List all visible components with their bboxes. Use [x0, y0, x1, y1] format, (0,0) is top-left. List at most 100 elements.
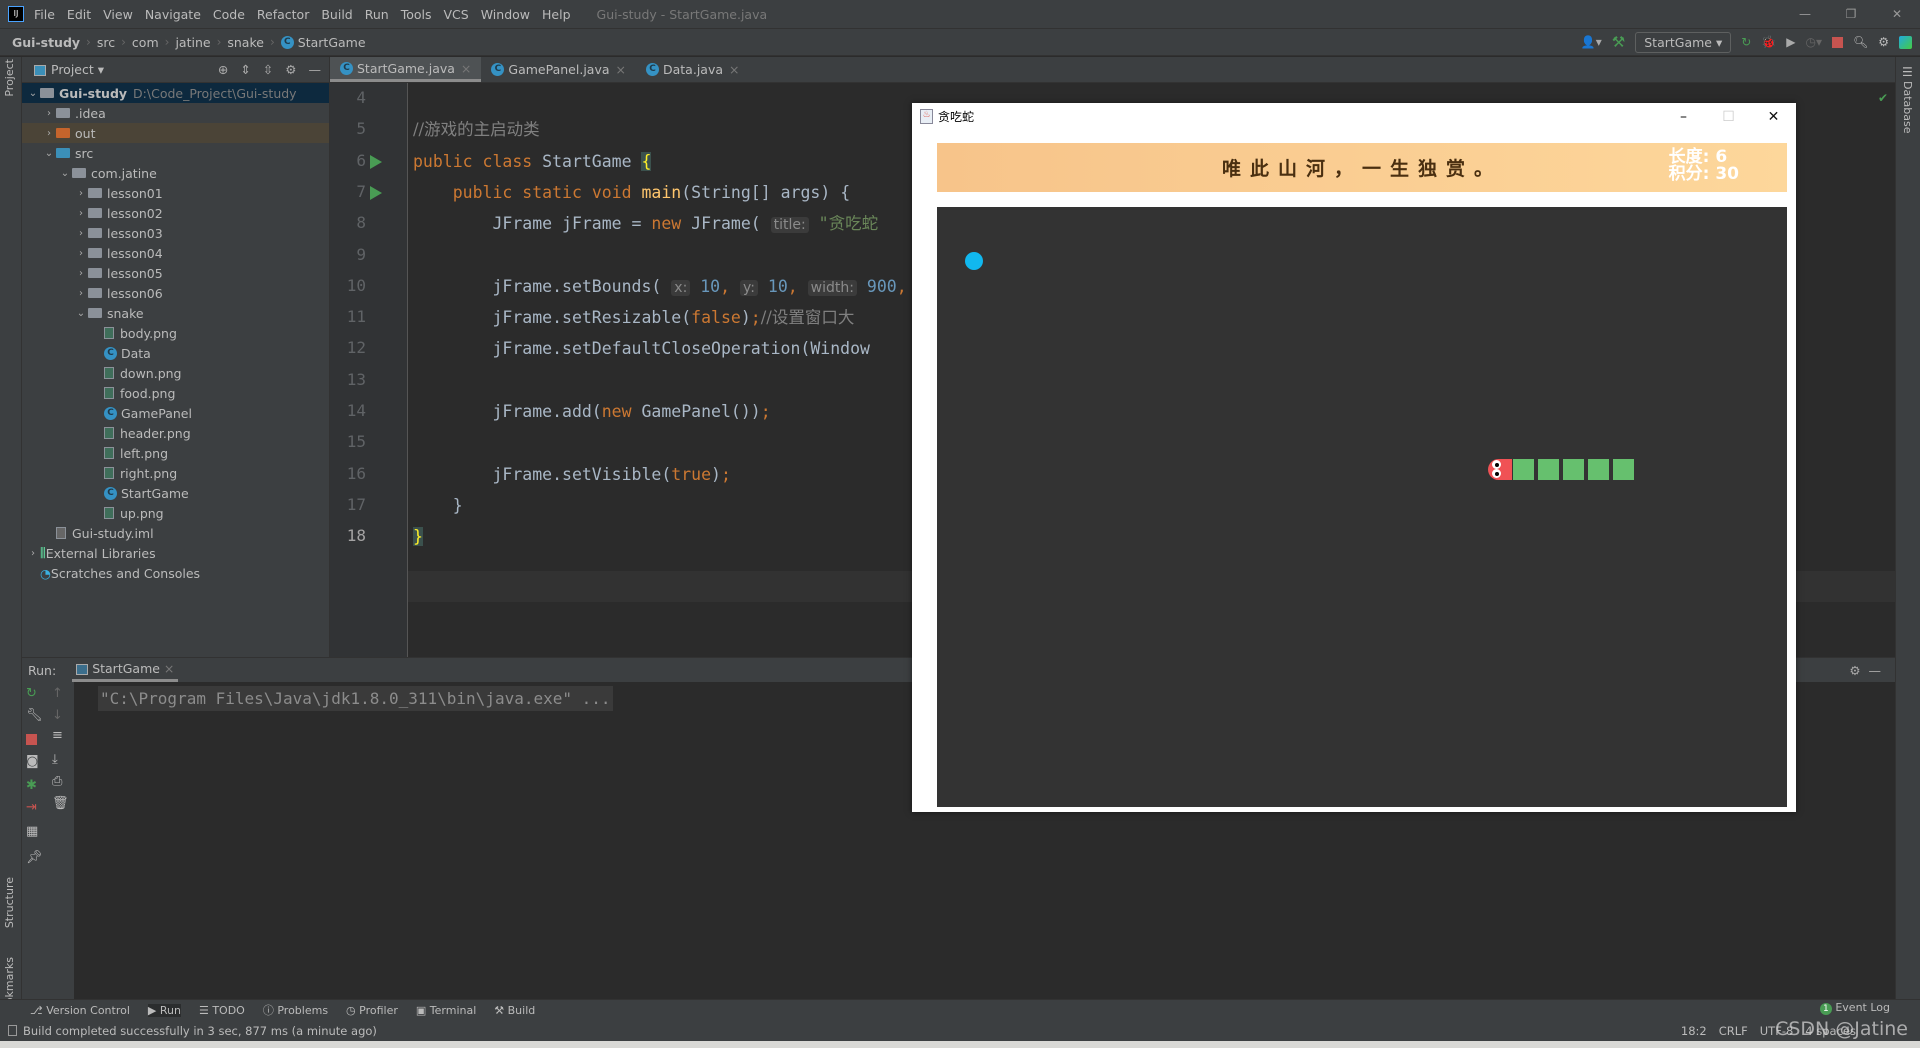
chevron-right-icon[interactable]: ›: [42, 108, 56, 119]
menu-edit[interactable]: Edit: [67, 7, 91, 22]
project-tool-button[interactable]: Project: [3, 59, 16, 97]
run-gutter-icon[interactable]: [370, 154, 382, 169]
debug-icon[interactable]: ✱: [26, 778, 37, 793]
menu-window[interactable]: Window: [481, 7, 530, 22]
tree-item[interactable]: ⌄ src: [22, 143, 329, 163]
breadcrumb-item[interactable]: StartGame: [298, 35, 366, 50]
rerun-icon[interactable]: ↻: [1741, 35, 1751, 49]
breadcrumb-item[interactable]: Gui-study: [12, 35, 80, 50]
pin-icon[interactable]: 📌︎: [26, 850, 43, 865]
menu-file[interactable]: File: [34, 7, 55, 22]
print-icon[interactable]: ⎙: [52, 774, 62, 789]
bottom-tool-build[interactable]: ⚒ Build: [494, 1004, 535, 1017]
tree-item[interactable]: right.png: [22, 463, 329, 483]
close-icon[interactable]: ✕: [1874, 0, 1920, 28]
editor-tab[interactable]: C GamePanel.java ×: [481, 57, 636, 82]
tree-item[interactable]: › lesson01: [22, 183, 329, 203]
menu-refactor[interactable]: Refactor: [257, 7, 309, 22]
editor-tab[interactable]: C StartGame.java ×: [330, 57, 482, 82]
bottom-tool-problems[interactable]: ⓘ Problems: [263, 1002, 328, 1018]
tree-item[interactable]: › lesson02: [22, 203, 329, 223]
chevron-right-icon[interactable]: ›: [74, 228, 88, 239]
close-tab-icon[interactable]: ×: [729, 62, 739, 77]
tree-item[interactable]: Gui-study.iml: [22, 523, 329, 543]
chevron-right-icon[interactable]: ›: [74, 188, 88, 199]
chevron-down-icon[interactable]: ⌄: [26, 88, 40, 99]
maximize-icon[interactable]: ☐: [1706, 109, 1751, 125]
close-tab-icon[interactable]: ×: [461, 61, 471, 76]
breadcrumb-item[interactable]: src: [97, 35, 115, 50]
tree-item[interactable]: › lesson03: [22, 223, 329, 243]
chevron-right-icon[interactable]: ›: [42, 128, 56, 139]
soft-wrap-icon[interactable]: ≡: [52, 728, 63, 743]
hide-icon[interactable]: —: [309, 62, 322, 77]
status-toggle-icon[interactable]: [8, 1025, 17, 1036]
tree-item[interactable]: left.png: [22, 443, 329, 463]
hide-icon[interactable]: —: [1869, 663, 1882, 678]
menu-navigate[interactable]: Navigate: [145, 7, 201, 22]
up-arrow-icon[interactable]: ↑: [52, 686, 63, 701]
minimize-icon[interactable]: –: [1661, 109, 1706, 125]
menu-vcs[interactable]: VCS: [444, 7, 469, 22]
tree-item[interactable]: ⌄ Gui-study D:\Code_Project\Gui-study: [22, 83, 329, 103]
run-gutter-icon[interactable]: [370, 185, 382, 200]
menu-tools[interactable]: Tools: [401, 7, 432, 22]
layout-icon[interactable]: ▦: [26, 824, 38, 839]
menu-help[interactable]: Help: [542, 7, 571, 22]
menu-view[interactable]: View: [103, 7, 133, 22]
tree-item[interactable]: C Data: [22, 343, 329, 363]
chevron-right-icon[interactable]: ›: [74, 248, 88, 259]
bottom-tool-todo[interactable]: ☰ TODO: [199, 1004, 245, 1017]
run-tab-startgame[interactable]: StartGame ×: [72, 658, 179, 682]
close-icon[interactable]: ✕: [1751, 109, 1796, 125]
rerun-icon[interactable]: ↻: [26, 686, 37, 701]
chevron-right-icon[interactable]: ›: [74, 288, 88, 299]
collapse-all-icon[interactable]: ⇳: [263, 62, 273, 77]
caret-position[interactable]: 18:2: [1681, 1024, 1707, 1038]
locate-icon[interactable]: ⊕: [218, 62, 228, 77]
close-tab-icon[interactable]: ×: [164, 661, 174, 676]
chevron-right-icon[interactable]: ›: [74, 208, 88, 219]
wrench-icon[interactable]: 🔧︎: [26, 708, 43, 723]
game-board[interactable]: [937, 207, 1787, 807]
bottom-tool-run[interactable]: ▶ Run: [147, 1003, 181, 1017]
close-tab-icon[interactable]: ×: [616, 62, 626, 77]
tree-item[interactable]: › ⫼ External Libraries: [22, 543, 329, 563]
tree-item[interactable]: › out: [22, 123, 329, 143]
tree-item[interactable]: C GamePanel: [22, 403, 329, 423]
menu-run[interactable]: Run: [365, 7, 389, 22]
restore-icon[interactable]: ❐: [1828, 0, 1874, 28]
minimize-icon[interactable]: —: [1782, 0, 1828, 28]
tree-item[interactable]: › lesson05: [22, 263, 329, 283]
chevron-down-icon[interactable]: ⌄: [42, 148, 56, 159]
line-separator[interactable]: CRLF: [1719, 1024, 1748, 1038]
gear-icon[interactable]: ⚙: [1849, 663, 1860, 678]
tree-item[interactable]: › lesson04: [22, 243, 329, 263]
chevron-down-icon[interactable]: ⌄: [74, 308, 88, 319]
tree-item[interactable]: down.png: [22, 363, 329, 383]
tree-item[interactable]: header.png: [22, 423, 329, 443]
event-log-button[interactable]: 1 Event Log: [1819, 1001, 1890, 1015]
stop-icon[interactable]: [1832, 36, 1843, 48]
bottom-tool-terminal[interactable]: ▣ Terminal: [416, 1004, 476, 1017]
build-hammer-icon[interactable]: ⚒: [1612, 33, 1625, 51]
tree-item[interactable]: food.png: [22, 383, 329, 403]
chevron-right-icon[interactable]: ›: [26, 548, 40, 559]
breadcrumb-item[interactable]: snake: [227, 35, 264, 50]
debug-icon[interactable]: 🐞: [1761, 35, 1776, 49]
account-icon[interactable]: 👤▾: [1581, 35, 1602, 49]
breadcrumb-item[interactable]: com: [132, 35, 159, 50]
breadcrumb-item[interactable]: jatine: [175, 35, 210, 50]
run-config-select[interactable]: StartGame ▾: [1635, 31, 1732, 53]
profiler-icon[interactable]: ◷▾: [1806, 35, 1823, 49]
menu-code[interactable]: Code: [213, 7, 245, 22]
camera-icon[interactable]: ◙: [26, 754, 39, 769]
tree-item[interactable]: ◔ Scratches and Consoles: [22, 563, 329, 583]
tree-item[interactable]: C StartGame: [22, 483, 329, 503]
trash-icon[interactable]: 🗑︎: [52, 796, 69, 811]
tree-item[interactable]: › lesson06: [22, 283, 329, 303]
toolbox-icon[interactable]: [1899, 35, 1912, 49]
structure-tool-button[interactable]: Structure: [3, 877, 16, 928]
expand-all-icon[interactable]: ⇕: [240, 62, 250, 77]
bottom-tool-profiler[interactable]: ◷ Profiler: [346, 1004, 398, 1017]
